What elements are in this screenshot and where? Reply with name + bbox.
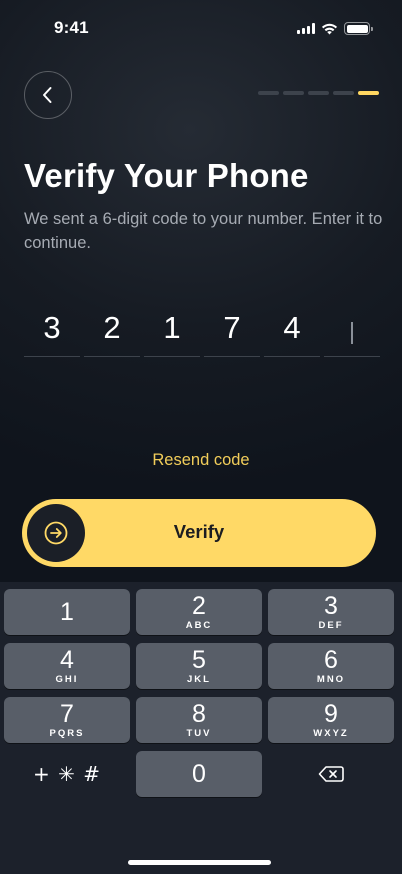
key-number: 7 bbox=[60, 699, 74, 728]
verify-label: Verify bbox=[173, 521, 225, 542]
key-letters: WXYZ bbox=[313, 727, 349, 739]
otp-digit[interactable] bbox=[324, 305, 380, 357]
progress-segment bbox=[333, 91, 354, 95]
step-progress bbox=[258, 91, 379, 95]
key-letters: JKL bbox=[187, 673, 211, 685]
key-letters: PQRS bbox=[49, 727, 85, 739]
status-time: 9:41 bbox=[54, 18, 89, 37]
otp-digit[interactable]: 4 bbox=[264, 305, 320, 357]
progress-segment bbox=[358, 91, 379, 95]
key-1[interactable]: 1 bbox=[4, 589, 130, 635]
backspace-key[interactable] bbox=[268, 751, 394, 797]
verify-phone-screen: 9:41 Verify Your Phone We sent a 6-digit… bbox=[0, 0, 402, 874]
status-icons bbox=[297, 22, 373, 35]
page-title: Verify Your Phone bbox=[24, 157, 309, 194]
key-8[interactable]: 8 TUV bbox=[136, 697, 262, 743]
key-number: 9 bbox=[324, 699, 338, 728]
back-button[interactable] bbox=[24, 71, 72, 119]
key-letters: GHI bbox=[55, 673, 79, 685]
key-symbols: + ✳ # bbox=[33, 762, 101, 786]
key-5[interactable]: 5 JKL bbox=[136, 643, 262, 689]
key-3[interactable]: 3 DEF bbox=[268, 589, 394, 635]
progress-segment bbox=[258, 91, 279, 95]
key-number: 0 bbox=[192, 759, 206, 788]
wifi-icon bbox=[321, 23, 338, 34]
key-letters: TUV bbox=[186, 727, 212, 739]
home-indicator bbox=[128, 860, 271, 865]
symbols-key[interactable]: + ✳ # bbox=[4, 751, 130, 797]
otp-digit[interactable]: 3 bbox=[24, 305, 80, 357]
verify-button[interactable]: Verify bbox=[22, 499, 376, 567]
key-number: 4 bbox=[60, 645, 74, 674]
key-number: 3 bbox=[324, 591, 338, 620]
backspace-icon bbox=[318, 766, 344, 782]
otp-input[interactable]: 32174 bbox=[24, 305, 380, 357]
key-6[interactable]: 6 MNO bbox=[268, 643, 394, 689]
key-letters: DEF bbox=[318, 619, 344, 631]
key-number: 1 bbox=[60, 597, 74, 626]
resend-code-link[interactable]: Resend code bbox=[0, 451, 402, 470]
chevron-left-icon bbox=[43, 87, 52, 103]
key-2[interactable]: 2 ABC bbox=[136, 589, 262, 635]
otp-digit[interactable]: 1 bbox=[144, 305, 200, 357]
progress-segment bbox=[283, 91, 304, 95]
key-number: 2 bbox=[192, 591, 206, 620]
key-7[interactable]: 7 PQRS bbox=[4, 697, 130, 743]
key-4[interactable]: 4 GHI bbox=[4, 643, 130, 689]
otp-digit[interactable]: 2 bbox=[84, 305, 140, 357]
otp-digit[interactable]: 7 bbox=[204, 305, 260, 357]
key-9[interactable]: 9 WXYZ bbox=[268, 697, 394, 743]
battery-icon bbox=[344, 22, 373, 35]
status-bar: 9:41 bbox=[0, 0, 402, 54]
key-letters: MNO bbox=[316, 673, 346, 685]
subtitle: We sent a 6-digit code to your number. E… bbox=[24, 210, 383, 252]
key-number: 6 bbox=[324, 645, 338, 674]
numeric-keypad: 1 2 ABC 3 DEF 4 GHI 5 JKL 6 MNO 7 PQRS 8 TUV 9 WXYZ + ✳ #… bbox=[0, 582, 402, 874]
text-caret bbox=[351, 322, 353, 344]
progress-segment bbox=[308, 91, 329, 95]
key-number: 5 bbox=[192, 645, 206, 674]
key-0[interactable]: 0 bbox=[136, 751, 262, 797]
key-number: 8 bbox=[192, 699, 206, 728]
cellular-signal-icon bbox=[297, 23, 315, 34]
key-letters: ABC bbox=[185, 619, 213, 631]
